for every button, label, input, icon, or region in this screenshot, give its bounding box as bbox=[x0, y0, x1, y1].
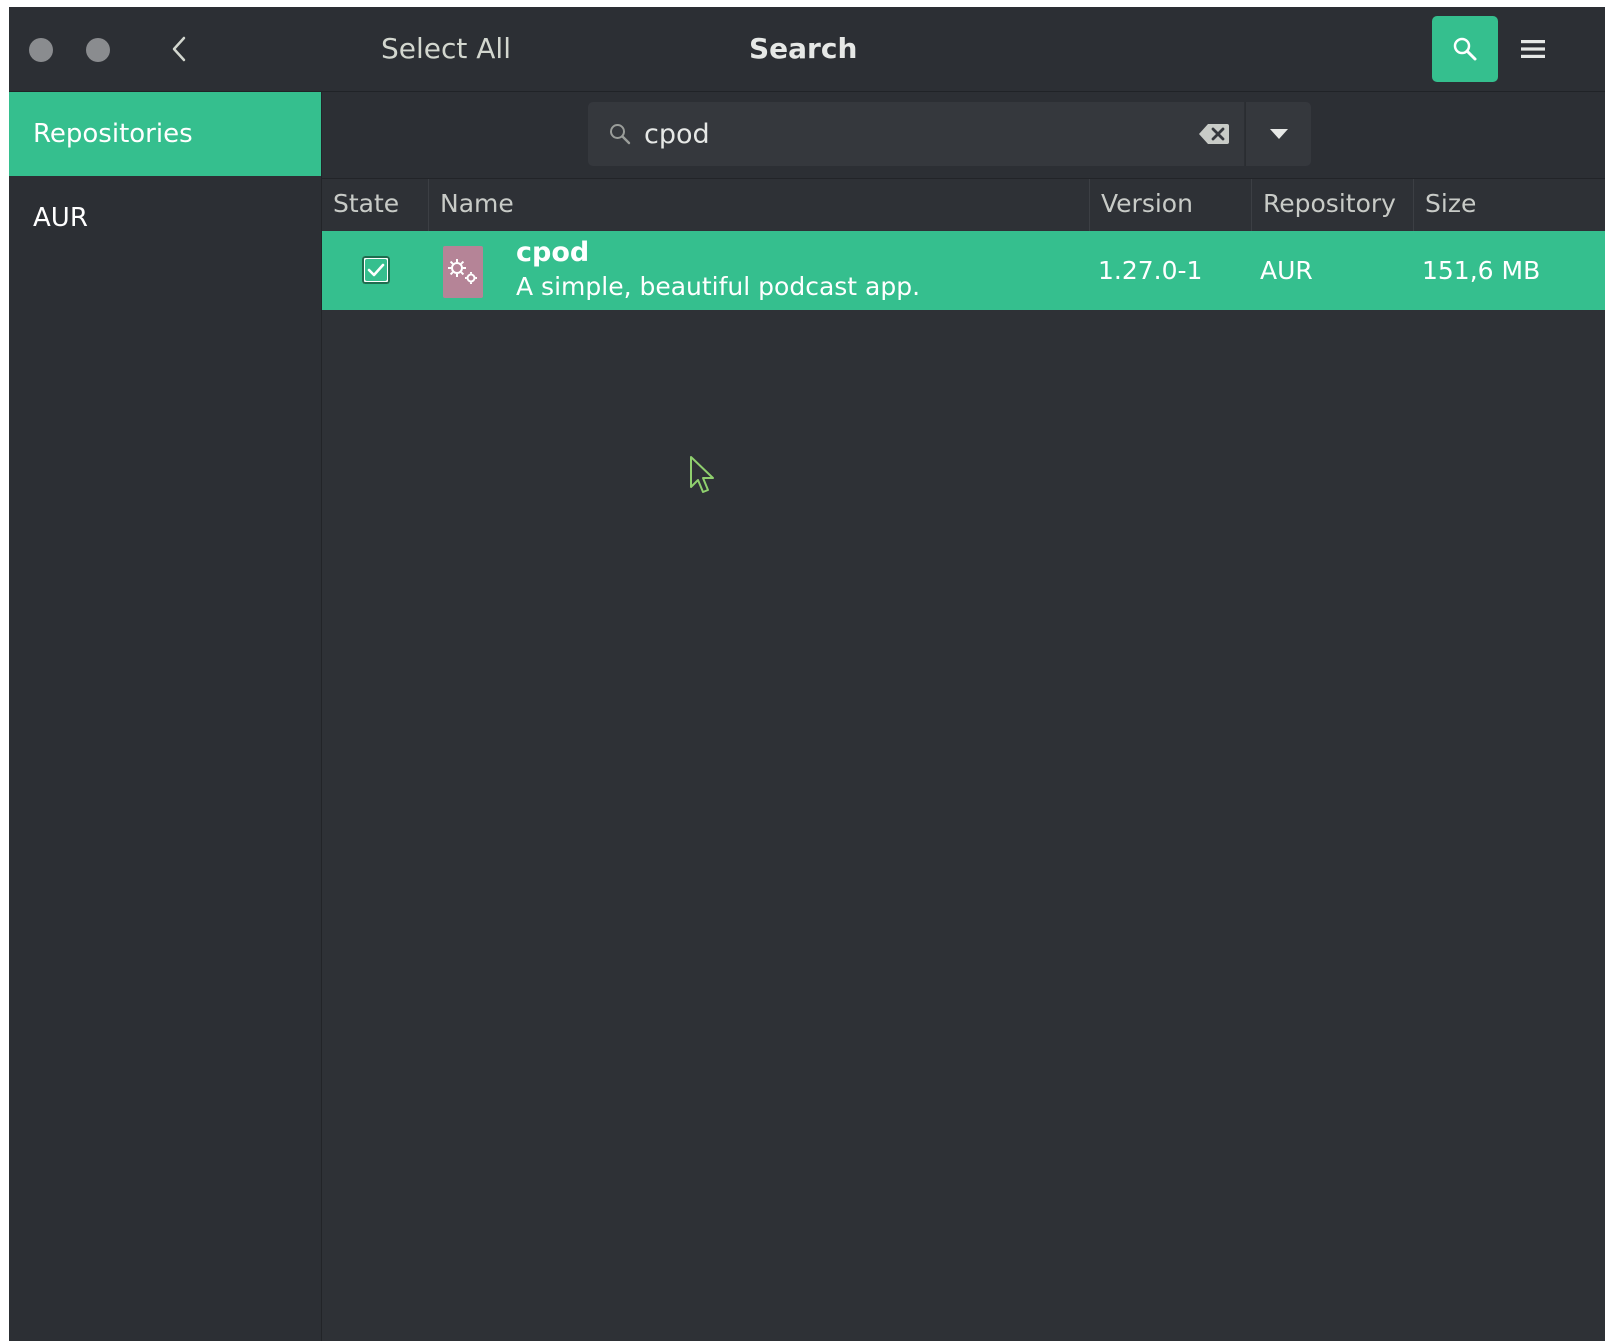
page-title: Search bbox=[749, 32, 858, 65]
triangle-down-icon bbox=[1269, 129, 1288, 139]
column-header-repository[interactable]: Repository bbox=[1252, 179, 1414, 231]
table-row[interactable]: cpod A simple, beautiful podcast app. 1.… bbox=[322, 231, 1605, 310]
mouse-cursor-icon bbox=[690, 456, 714, 493]
main-content: State Name Version Repository Size bbox=[322, 92, 1605, 1341]
search-options-dropdown[interactable] bbox=[1245, 102, 1311, 166]
search-input[interactable] bbox=[644, 102, 1184, 166]
package-version: 1.27.0-1 bbox=[1098, 256, 1203, 285]
search-icon bbox=[610, 124, 631, 145]
checkbox-fill bbox=[365, 259, 387, 281]
window-minimize-button[interactable] bbox=[86, 38, 110, 62]
package-size: 151,6 MB bbox=[1422, 256, 1541, 285]
gears-icon bbox=[448, 259, 477, 284]
main-menu-button[interactable] bbox=[1511, 29, 1555, 69]
state-checkbox[interactable] bbox=[362, 256, 390, 284]
chevron-left-icon bbox=[172, 36, 186, 62]
column-header-size[interactable]: Size bbox=[1414, 179, 1605, 231]
checkmark-icon bbox=[367, 263, 385, 277]
package-icon bbox=[443, 246, 483, 298]
select-all-button[interactable]: Select All bbox=[381, 29, 511, 69]
sidebar: Repositories AUR bbox=[9, 92, 322, 1341]
search-bar-area bbox=[322, 92, 1605, 179]
table-header: State Name Version Repository Size bbox=[322, 179, 1605, 231]
column-header-state[interactable]: State bbox=[322, 179, 429, 231]
backspace-clear-icon[interactable] bbox=[1198, 122, 1230, 146]
search-toggle-button[interactable] bbox=[1432, 16, 1498, 82]
window-close-button[interactable] bbox=[29, 38, 53, 62]
sidebar-item-aur[interactable]: AUR bbox=[9, 176, 321, 260]
package-repository: AUR bbox=[1260, 256, 1313, 285]
back-button[interactable] bbox=[159, 29, 199, 69]
header-bar: Select All Search bbox=[9, 7, 1605, 92]
sidebar-item-repositories[interactable]: Repositories bbox=[9, 92, 321, 176]
search-icon bbox=[1453, 37, 1477, 61]
column-header-name[interactable]: Name bbox=[429, 179, 1090, 231]
package-description: A simple, beautiful podcast app. bbox=[516, 272, 921, 301]
app-window: Select All Search Repositories AUR cpod … bbox=[9, 7, 1605, 1341]
hamburger-menu-icon bbox=[1521, 40, 1545, 58]
column-header-version[interactable]: Version bbox=[1090, 179, 1252, 231]
package-name: cpod bbox=[516, 237, 590, 268]
search-entry[interactable] bbox=[588, 102, 1244, 166]
